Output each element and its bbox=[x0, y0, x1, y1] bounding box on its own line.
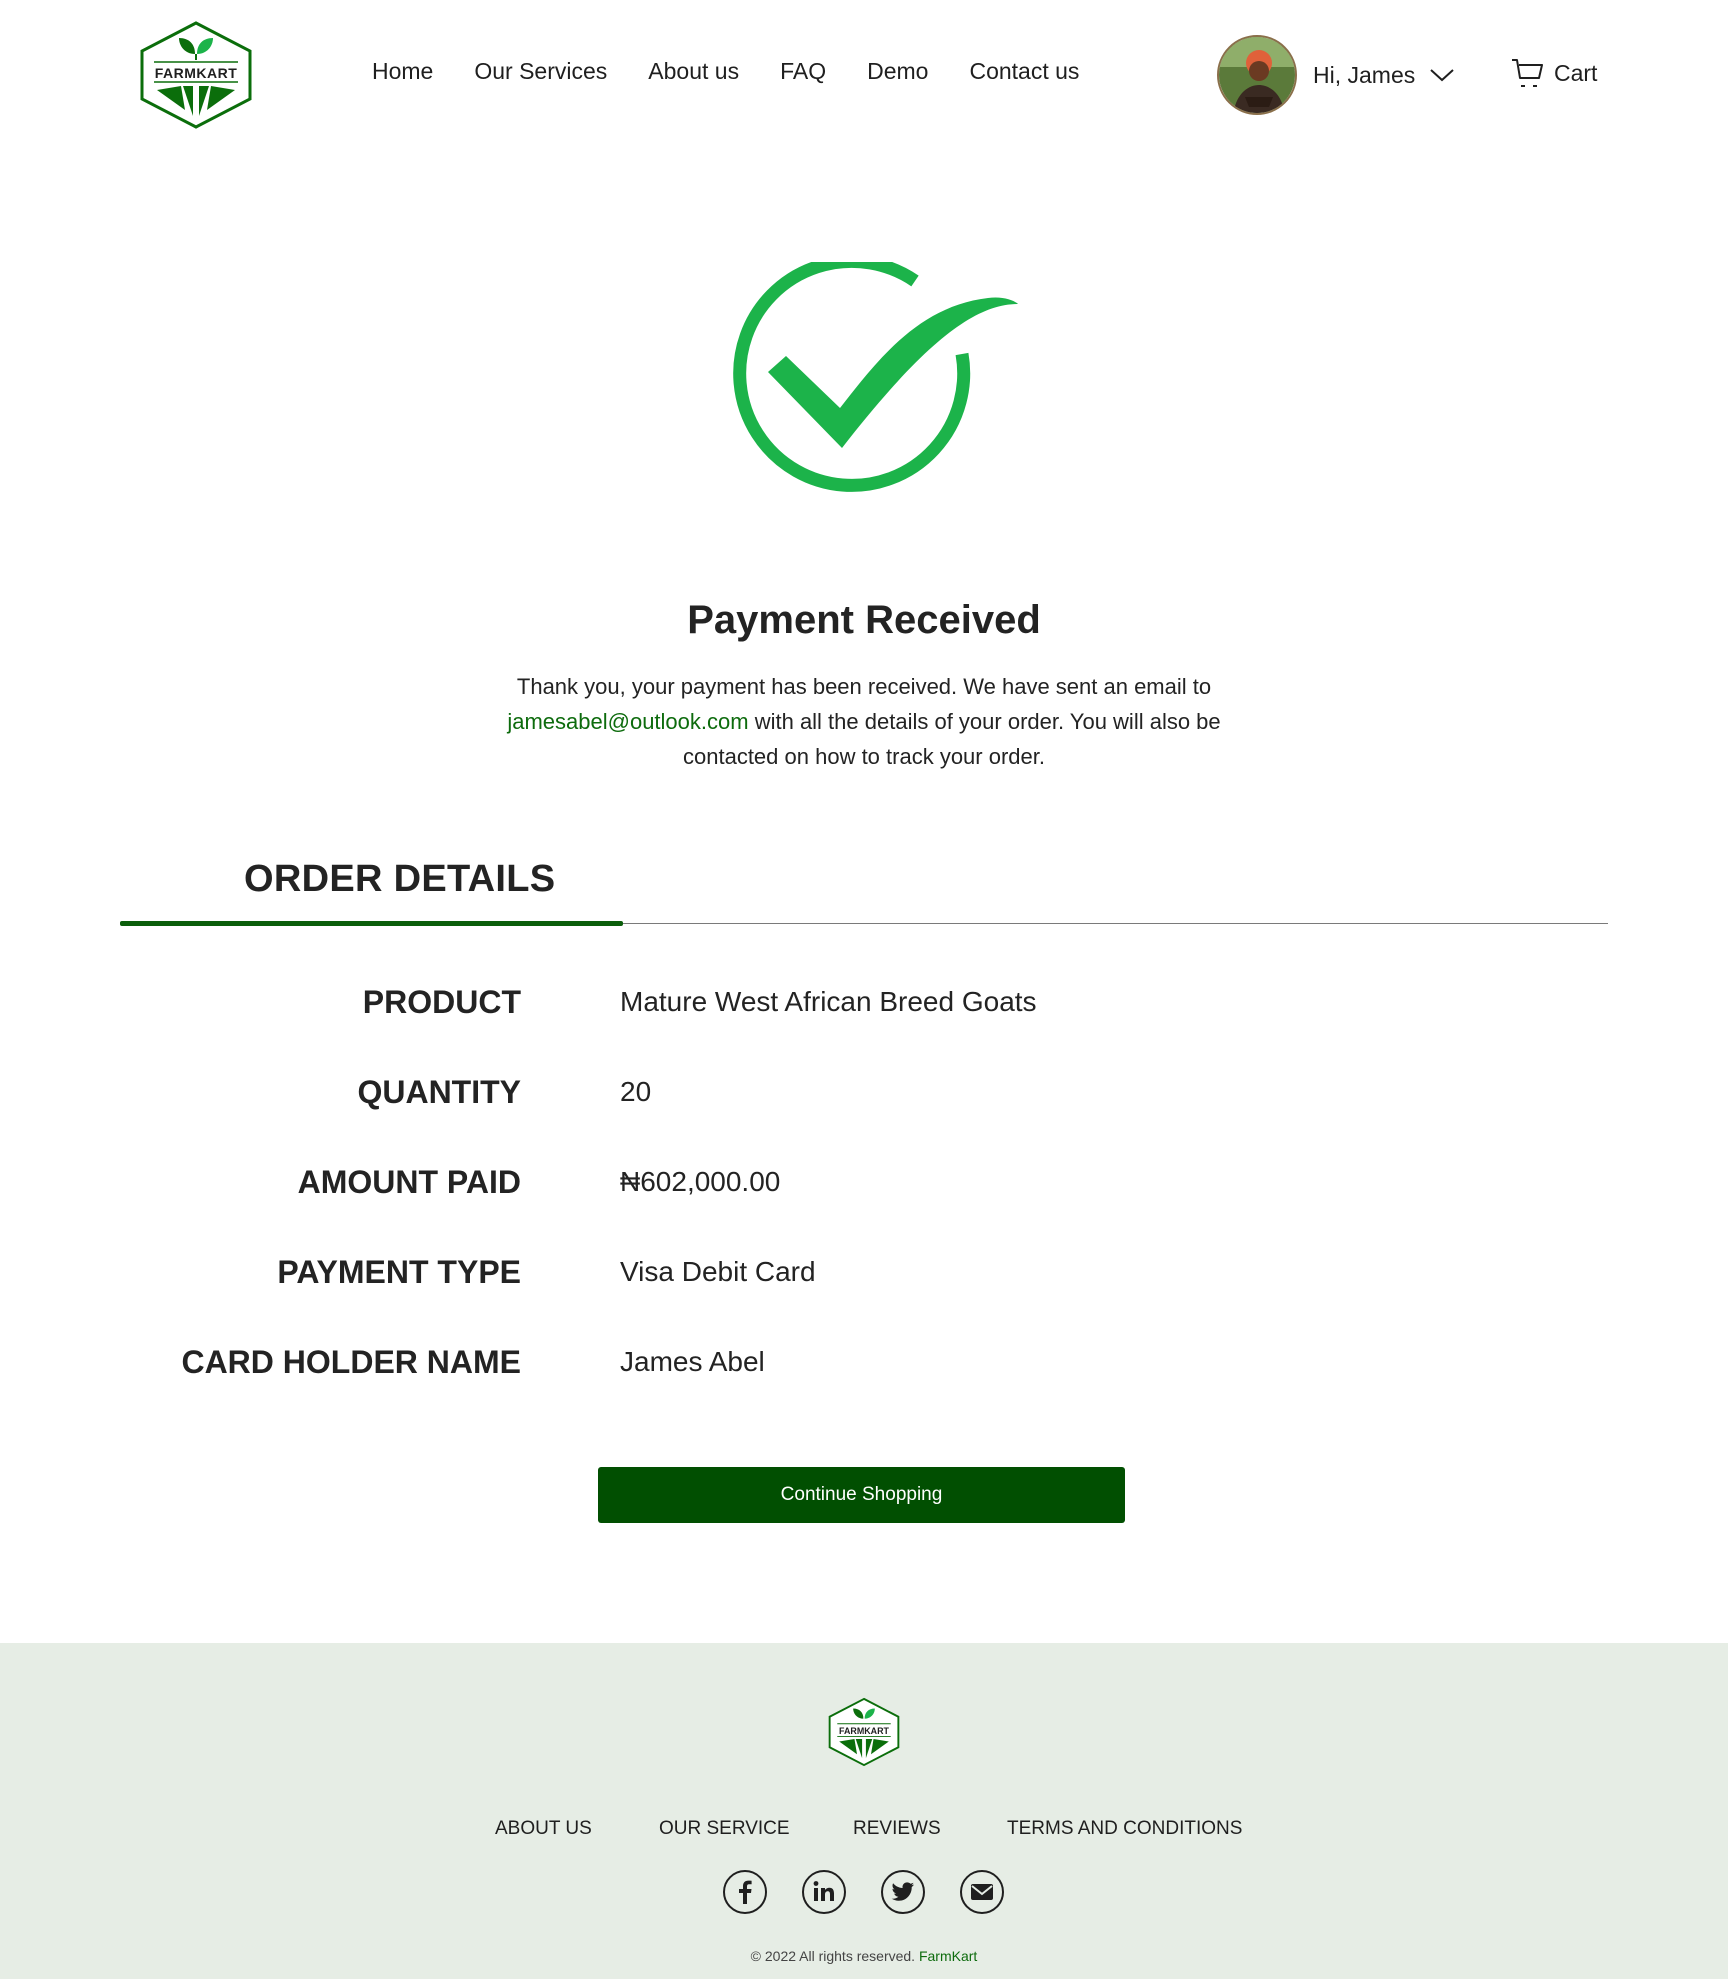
row-value: 20 bbox=[620, 1076, 652, 1107]
chevron-down-icon[interactable] bbox=[1429, 66, 1455, 84]
row-value: Visa Debit Card bbox=[620, 1256, 816, 1287]
user-menu[interactable]: Hi, James bbox=[1217, 35, 1455, 115]
copyright-brand[interactable]: FarmKart bbox=[919, 1948, 977, 1964]
message-text-after: with all the details of your order. You … bbox=[683, 709, 1221, 769]
nav-about-us[interactable]: About us bbox=[648, 58, 739, 85]
footer: FARMKART ABOUT US OUR SERVICE REVIEWS TE… bbox=[0, 1643, 1728, 1979]
order-details-heading: ORDER DETAILS bbox=[244, 858, 556, 900]
page-title: Payment Received bbox=[687, 598, 1041, 642]
active-tab-indicator bbox=[120, 921, 623, 926]
email-link[interactable]: jamesabel@outlook.com bbox=[507, 709, 748, 734]
user-greeting[interactable]: Hi, James bbox=[1313, 62, 1415, 89]
order-row-payment-type: PAYMENT TYPE Visa Debit Card bbox=[0, 1254, 1728, 1294]
footer-link-about-us[interactable]: ABOUT US bbox=[495, 1818, 592, 1840]
nav-our-services[interactable]: Our Services bbox=[474, 58, 607, 85]
nav-home[interactable]: Home bbox=[372, 58, 433, 85]
row-label: AMOUNT PAID bbox=[297, 1164, 521, 1200]
order-row-amount-paid: AMOUNT PAID ₦602,000.00 bbox=[0, 1164, 1728, 1204]
facebook-icon[interactable] bbox=[722, 1869, 768, 1915]
order-row-quantity: QUANTITY 20 bbox=[0, 1074, 1728, 1114]
linkedin-icon[interactable] bbox=[801, 1869, 847, 1915]
nav-faq[interactable]: FAQ bbox=[780, 58, 826, 85]
avatar-photo bbox=[1219, 37, 1295, 113]
continue-shopping-button[interactable]: Continue Shopping bbox=[598, 1467, 1125, 1523]
footer-logo[interactable]: FARMKART bbox=[826, 1697, 902, 1767]
row-label: PAYMENT TYPE bbox=[277, 1254, 521, 1290]
email-icon[interactable] bbox=[959, 1869, 1005, 1915]
confirmation-message: Thank you, your payment has been receive… bbox=[490, 669, 1238, 774]
svg-text:FARMKART: FARMKART bbox=[839, 1726, 889, 1736]
row-value: James Abel bbox=[620, 1346, 765, 1377]
cart-label[interactable]: Cart bbox=[1554, 60, 1597, 87]
row-label: CARD HOLDER NAME bbox=[181, 1344, 521, 1380]
order-row-card-holder-name: CARD HOLDER NAME James Abel bbox=[0, 1344, 1728, 1384]
main-nav: Home Our Services About us FAQ Demo Cont… bbox=[372, 58, 1079, 85]
row-label: QUANTITY bbox=[357, 1074, 521, 1110]
footer-link-terms[interactable]: TERMS AND CONDITIONS bbox=[1007, 1818, 1242, 1840]
copyright-text: © 2022 All rights reserved. bbox=[750, 1948, 916, 1964]
farmkart-logo[interactable]: FARMKART bbox=[137, 20, 255, 130]
cart-button[interactable]: Cart bbox=[1510, 56, 1597, 90]
header: FARMKART Home Our Services About us FAQ … bbox=[0, 0, 1728, 160]
social-links bbox=[722, 1869, 1005, 1915]
copyright: © 2022 All rights reserved. FarmKart bbox=[0, 1948, 1728, 1964]
message-text-before: Thank you, your payment has been receive… bbox=[516, 674, 1212, 699]
svg-text:FARMKART: FARMKART bbox=[155, 65, 238, 81]
check-circle-icon bbox=[733, 262, 1018, 492]
nav-contact-us[interactable]: Contact us bbox=[969, 58, 1079, 85]
twitter-icon[interactable] bbox=[880, 1869, 926, 1915]
footer-link-our-service[interactable]: OUR SERVICE bbox=[659, 1818, 790, 1840]
avatar[interactable] bbox=[1217, 35, 1297, 115]
footer-link-reviews[interactable]: REVIEWS bbox=[853, 1818, 941, 1840]
row-value: ₦602,000.00 bbox=[620, 1166, 781, 1197]
nav-demo[interactable]: Demo bbox=[867, 58, 928, 85]
row-value: Mature West African Breed Goats bbox=[620, 986, 1037, 1017]
cart-icon bbox=[1512, 59, 1543, 87]
order-row-product: PRODUCT Mature West African Breed Goats bbox=[0, 984, 1728, 1024]
row-label: PRODUCT bbox=[362, 984, 521, 1020]
